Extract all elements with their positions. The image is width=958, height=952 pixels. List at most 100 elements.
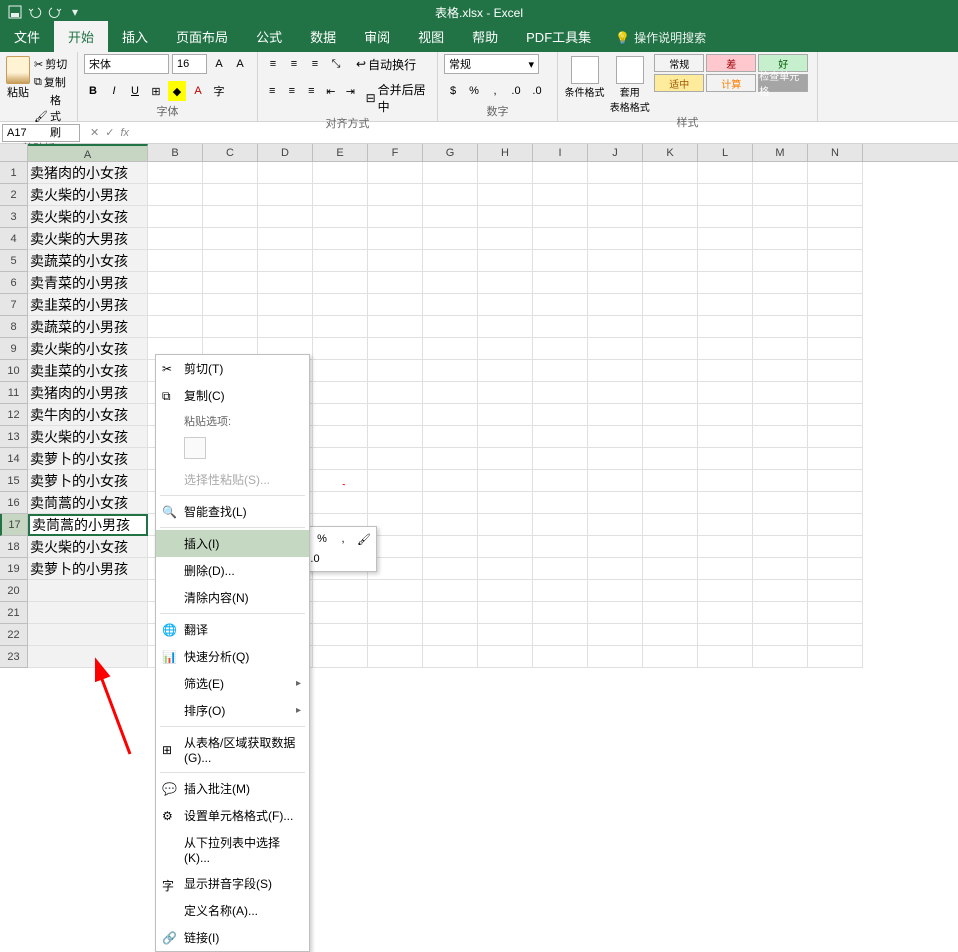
- cell[interactable]: [368, 272, 423, 294]
- cell[interactable]: [313, 272, 368, 294]
- cell[interactable]: [698, 558, 753, 580]
- cell[interactable]: [698, 184, 753, 206]
- cell[interactable]: [698, 338, 753, 360]
- cell[interactable]: 卖火柴的小男孩: [28, 184, 148, 206]
- cell[interactable]: [588, 360, 643, 382]
- cell[interactable]: [533, 338, 588, 360]
- cell[interactable]: 卖萝卜的小女孩: [28, 448, 148, 470]
- cell[interactable]: [148, 294, 203, 316]
- cell[interactable]: [808, 338, 863, 360]
- bold-button[interactable]: B: [84, 81, 102, 101]
- cell[interactable]: [698, 316, 753, 338]
- col-header-L[interactable]: L: [698, 144, 753, 161]
- cell[interactable]: [808, 206, 863, 228]
- cell[interactable]: [368, 250, 423, 272]
- cell[interactable]: [753, 250, 808, 272]
- cell[interactable]: [588, 250, 643, 272]
- cell[interactable]: [808, 624, 863, 646]
- cell[interactable]: [423, 492, 478, 514]
- cell[interactable]: [423, 294, 478, 316]
- cell[interactable]: [203, 206, 258, 228]
- cell[interactable]: [478, 360, 533, 382]
- cell[interactable]: [368, 580, 423, 602]
- cell[interactable]: [588, 514, 643, 536]
- copy-button[interactable]: ⧉复制: [34, 74, 71, 90]
- cell[interactable]: [423, 646, 478, 668]
- cell[interactable]: [313, 360, 368, 382]
- cell[interactable]: [808, 228, 863, 250]
- cell[interactable]: [423, 360, 478, 382]
- cell[interactable]: [203, 228, 258, 250]
- cell[interactable]: [258, 250, 313, 272]
- cell[interactable]: [423, 536, 478, 558]
- cell[interactable]: [588, 426, 643, 448]
- cell[interactable]: [423, 558, 478, 580]
- cell[interactable]: [423, 514, 478, 536]
- cell[interactable]: [203, 294, 258, 316]
- cell[interactable]: [588, 294, 643, 316]
- row-header[interactable]: 6: [0, 272, 28, 294]
- cell[interactable]: [423, 382, 478, 404]
- ctx-insert[interactable]: 插入(I): [156, 530, 309, 557]
- cell[interactable]: [423, 470, 478, 492]
- cell[interactable]: [698, 514, 753, 536]
- cell[interactable]: [258, 294, 313, 316]
- row-header[interactable]: 15: [0, 470, 28, 492]
- row-header[interactable]: 19: [0, 558, 28, 580]
- table-format-button[interactable]: 套用 表格格式: [609, 54, 650, 114]
- cell[interactable]: [148, 206, 203, 228]
- cell[interactable]: [368, 404, 423, 426]
- cell[interactable]: [808, 536, 863, 558]
- cell[interactable]: [643, 404, 698, 426]
- paste-option-icon[interactable]: [184, 437, 206, 459]
- cell[interactable]: [643, 294, 698, 316]
- font-color-button[interactable]: A: [189, 81, 207, 101]
- cell[interactable]: [258, 272, 313, 294]
- cell[interactable]: [478, 206, 533, 228]
- col-header-E[interactable]: E: [313, 144, 368, 161]
- cell[interactable]: [423, 580, 478, 602]
- cell[interactable]: [533, 228, 588, 250]
- cell[interactable]: [698, 470, 753, 492]
- col-header-A[interactable]: A: [28, 144, 148, 161]
- cell[interactable]: [588, 162, 643, 184]
- indent-dec-icon[interactable]: ⇤: [323, 81, 340, 101]
- cell[interactable]: 卖茼蒿的小男孩: [28, 514, 148, 536]
- cell[interactable]: 卖火柴的小女孩: [28, 206, 148, 228]
- cell[interactable]: [203, 272, 258, 294]
- col-header-N[interactable]: N: [808, 144, 863, 161]
- cell[interactable]: [203, 316, 258, 338]
- cell[interactable]: [258, 206, 313, 228]
- cell[interactable]: [313, 404, 368, 426]
- cell[interactable]: [533, 404, 588, 426]
- phonetic-button[interactable]: 字: [210, 81, 228, 101]
- paste-button[interactable]: 粘贴: [6, 54, 30, 100]
- cut-button[interactable]: ✂剪切: [34, 56, 71, 72]
- cell[interactable]: [698, 448, 753, 470]
- ctx-show-phonetic[interactable]: 字显示拼音字段(S): [156, 870, 309, 897]
- cell[interactable]: 卖火柴的小女孩: [28, 536, 148, 558]
- number-format-dropdown[interactable]: 常规▾: [444, 54, 539, 74]
- cell[interactable]: [478, 382, 533, 404]
- cell[interactable]: [643, 602, 698, 624]
- cell[interactable]: [698, 272, 753, 294]
- cell[interactable]: [588, 338, 643, 360]
- cell[interactable]: [258, 162, 313, 184]
- cell[interactable]: [533, 624, 588, 646]
- cell[interactable]: [808, 316, 863, 338]
- cell[interactable]: [313, 624, 368, 646]
- row-header[interactable]: 11: [0, 382, 28, 404]
- col-header-C[interactable]: C: [203, 144, 258, 161]
- col-header-H[interactable]: H: [478, 144, 533, 161]
- cell[interactable]: [753, 404, 808, 426]
- cell[interactable]: [808, 646, 863, 668]
- cell[interactable]: [478, 316, 533, 338]
- cell[interactable]: [368, 338, 423, 360]
- cell[interactable]: [588, 448, 643, 470]
- cell[interactable]: [808, 272, 863, 294]
- style-neutral[interactable]: 适中: [654, 74, 704, 92]
- ctx-copy[interactable]: ⧉复制(C): [156, 382, 309, 409]
- qat-dropdown-icon[interactable]: ▾: [68, 5, 82, 19]
- ctx-smart-lookup[interactable]: 🔍智能查找(L): [156, 498, 309, 525]
- cell[interactable]: [423, 272, 478, 294]
